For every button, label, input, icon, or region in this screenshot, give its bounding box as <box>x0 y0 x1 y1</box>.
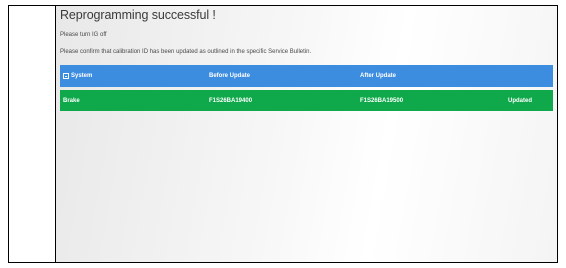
cell-before-update: F1S26BA19400 <box>209 97 253 104</box>
instruction-confirm: Please confirm that calibration ID has b… <box>60 49 312 55</box>
instruction-ig-off: Please turn IG off <box>60 32 107 38</box>
window-frame: Reprogramming successful ! Please turn I… <box>8 5 558 263</box>
cell-status: Updated <box>508 97 532 104</box>
cell-system: Brake <box>63 97 80 104</box>
table-row[interactable]: Brake F1S26BA19400 F1S26BA19500 Updated <box>60 90 553 111</box>
column-header-before-update: Before Update <box>209 73 251 79</box>
column-header-system-label: System <box>71 73 93 79</box>
main-panel: Reprogramming successful ! Please turn I… <box>56 6 557 262</box>
page-title: Reprogramming successful ! <box>60 8 216 22</box>
results-table: System Before Update After Update Brake … <box>60 65 553 111</box>
column-header-after-update: After Update <box>360 73 397 79</box>
table-header-row: System Before Update After Update <box>60 65 553 87</box>
collapse-toggle-icon[interactable] <box>63 73 69 79</box>
cell-after-update: F1S26BA19500 <box>360 97 404 104</box>
column-header-system[interactable]: System <box>63 65 92 87</box>
